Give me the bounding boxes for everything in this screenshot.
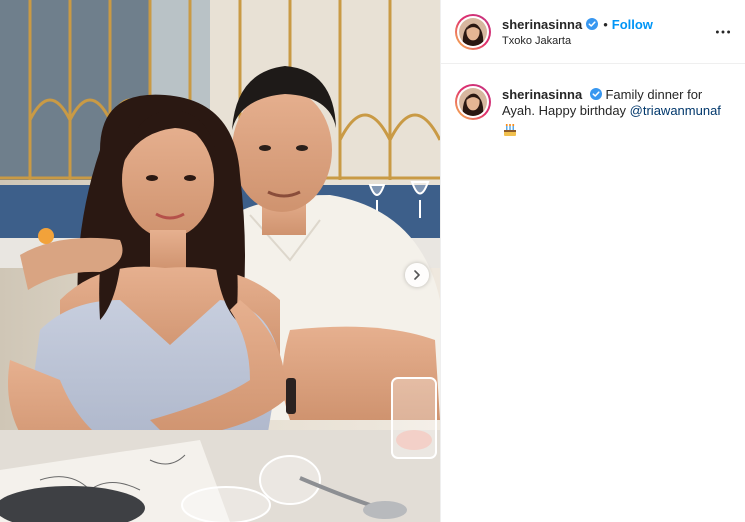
separator-dot: • (603, 16, 608, 32)
more-options-button[interactable] (713, 22, 733, 42)
caption-avatar[interactable] (455, 84, 491, 120)
more-options-icon (715, 30, 731, 34)
mention-link[interactable]: @triawanmunaf (630, 103, 721, 118)
post-side-panel: sherinasinna • Follow Txoko Jakarta sher… (440, 0, 745, 522)
verified-badge-icon (589, 88, 602, 100)
post-caption: sherinasinna Family dinner for Ayah. Hap… (441, 64, 745, 138)
birthday-cake-emoji (504, 124, 516, 136)
photo-illustration (0, 0, 440, 522)
author-username[interactable]: sherinasinna (502, 17, 582, 32)
caption-username[interactable]: sherinasinna (502, 87, 582, 102)
follow-button[interactable]: Follow (612, 17, 653, 32)
author-avatar[interactable] (455, 13, 491, 50)
verified-badge-icon (586, 18, 599, 30)
location-link[interactable]: Txoko Jakarta (502, 35, 653, 47)
chevron-right-icon (414, 270, 420, 280)
avatar-image (459, 88, 487, 116)
post-photo[interactable] (0, 0, 440, 522)
next-photo-button[interactable] (405, 263, 429, 287)
post-header: sherinasinna • Follow Txoko Jakarta (441, 0, 745, 64)
avatar-image (459, 17, 487, 46)
